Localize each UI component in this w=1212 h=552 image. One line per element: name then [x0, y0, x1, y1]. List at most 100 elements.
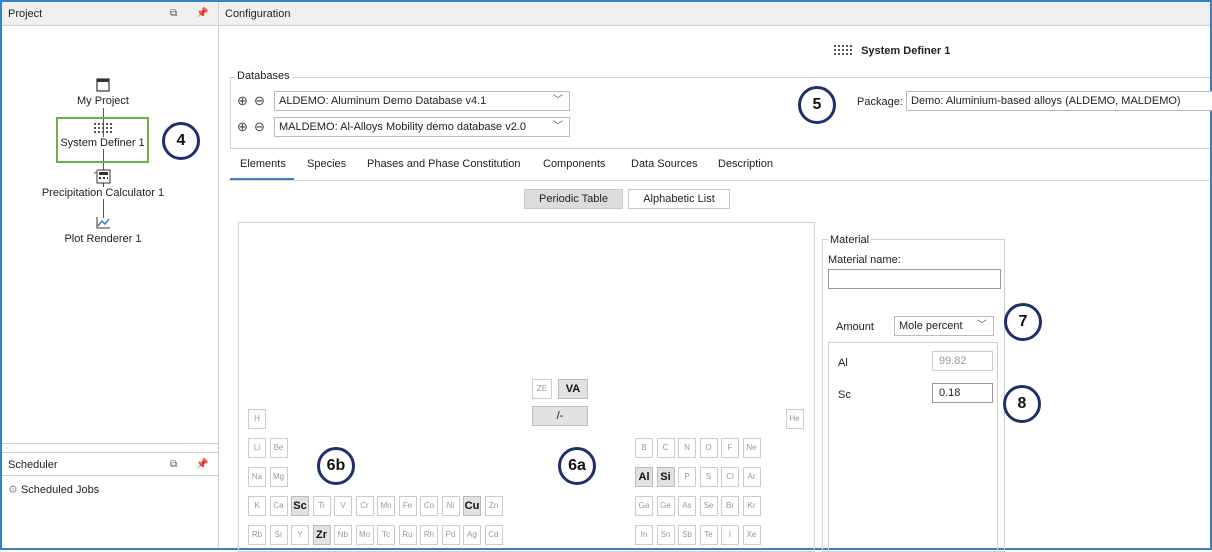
tree-node-plot-renderer[interactable]: Plot Renderer 1: [28, 216, 178, 245]
alphabetic-list-button[interactable]: Alphabetic List: [628, 189, 730, 209]
element-kr[interactable]: Kr: [742, 496, 761, 516]
element-fe[interactable]: Fe: [398, 496, 417, 516]
pin-icon[interactable]: 📌: [196, 2, 208, 26]
element-ca[interactable]: Ca: [269, 496, 288, 516]
element-sb[interactable]: Sb: [678, 525, 696, 545]
element-c[interactable]: C: [656, 438, 675, 458]
callout-4: 4: [162, 122, 200, 160]
element-he[interactable]: He: [785, 409, 804, 429]
element-symbol: As: [682, 501, 692, 510]
pin-icon[interactable]: 📌: [196, 453, 208, 477]
element-cr[interactable]: Cr: [355, 496, 374, 516]
element-as[interactable]: As: [678, 496, 696, 516]
tab-elements[interactable]: Elements: [240, 158, 286, 170]
tab-data-sources[interactable]: Data Sources: [631, 158, 698, 170]
element-symbol: Zr: [316, 529, 327, 541]
amount-unit-select[interactable]: Mole percent ﹀: [894, 316, 994, 336]
tree-node-my-project[interactable]: My Project: [28, 78, 178, 107]
element-se[interactable]: Se: [699, 496, 718, 516]
element-o[interactable]: O: [699, 438, 718, 458]
element-va[interactable]: VA: [558, 379, 588, 399]
package-select[interactable]: Demo: Aluminium-based alloys (ALDEMO, MA…: [906, 91, 1212, 111]
element-al[interactable]: Al: [635, 467, 653, 487]
element-nb[interactable]: Nb: [334, 525, 352, 545]
element-ze[interactable]: ZE: [532, 379, 552, 399]
tree-node-precipitation-calculator[interactable]: Precipitation Calculator 1: [28, 168, 178, 199]
float-icon[interactable]: ⧉: [170, 2, 177, 26]
element-ni[interactable]: Ni: [441, 496, 460, 516]
element-rb[interactable]: Rb: [248, 525, 266, 545]
database-select-1[interactable]: ALDEMO: Aluminum Demo Database v4.1 ﹀: [274, 91, 570, 111]
element-v[interactable]: V: [334, 496, 352, 516]
element-vacancy[interactable]: /-: [532, 406, 588, 426]
element-si[interactable]: Si: [656, 467, 675, 487]
system-definer-heading: System Definer 1: [834, 45, 950, 57]
databases-group: [230, 77, 1210, 149]
tab-components[interactable]: Components: [543, 158, 605, 170]
element-pd[interactable]: Pd: [441, 525, 460, 545]
element-mg[interactable]: Mg: [269, 467, 288, 487]
element-symbol: Cr: [360, 501, 369, 510]
material-name-label: Material name:: [828, 254, 901, 266]
element-s[interactable]: S: [699, 467, 718, 487]
package-label: Package:: [857, 96, 903, 108]
db2-remove-icon[interactable]: ⊖: [254, 119, 265, 135]
element-br[interactable]: Br: [721, 496, 739, 516]
element-sn[interactable]: Sn: [656, 525, 675, 545]
element-n[interactable]: N: [678, 438, 696, 458]
element-zn[interactable]: Zn: [484, 496, 503, 516]
element-xe[interactable]: Xe: [742, 525, 761, 545]
element-sr[interactable]: Sr: [269, 525, 288, 545]
element-in[interactable]: In: [635, 525, 653, 545]
element-h[interactable]: H: [248, 409, 266, 429]
element-cu[interactable]: Cu: [463, 496, 481, 516]
db2-add-icon[interactable]: ⊕: [237, 119, 248, 135]
element-te[interactable]: Te: [699, 525, 718, 545]
element-rh[interactable]: Rh: [420, 525, 438, 545]
element-co[interactable]: Co: [420, 496, 438, 516]
element-b[interactable]: B: [635, 438, 653, 458]
element-f[interactable]: F: [721, 438, 739, 458]
element-i[interactable]: I: [721, 525, 739, 545]
tab-phases[interactable]: Phases and Phase Constitution: [367, 158, 521, 170]
element-cd[interactable]: Cd: [484, 525, 503, 545]
element-y[interactable]: Y: [291, 525, 309, 545]
element-mo[interactable]: Mo: [355, 525, 374, 545]
element-zr[interactable]: Zr: [312, 525, 331, 545]
composition-value-sc[interactable]: 0.18: [932, 383, 993, 403]
periodic-table-button[interactable]: Periodic Table: [524, 189, 623, 209]
element-ge[interactable]: Ge: [656, 496, 675, 516]
element-na[interactable]: Na: [248, 467, 266, 487]
element-li[interactable]: Li: [248, 438, 266, 458]
element-sc[interactable]: Sc: [291, 496, 309, 516]
db1-remove-icon[interactable]: ⊖: [254, 93, 265, 109]
element-be[interactable]: Be: [269, 438, 288, 458]
element-ar[interactable]: Ar: [742, 467, 761, 487]
element-cl[interactable]: Cl: [721, 467, 739, 487]
chevron-down-icon: ﹀: [553, 121, 563, 132]
material-name-input[interactable]: [828, 269, 1001, 289]
element-ti[interactable]: Ti: [312, 496, 331, 516]
float-icon[interactable]: ⧉: [170, 453, 177, 477]
tree-node-system-definer[interactable]: System Definer 1: [56, 117, 149, 163]
tab-species[interactable]: Species: [307, 158, 346, 170]
element-symbol: /-: [556, 410, 564, 422]
element-mn[interactable]: Mn: [377, 496, 395, 516]
scheduler-panel-title: Scheduler: [8, 459, 58, 471]
element-symbol: Sn: [660, 530, 671, 539]
element-ne[interactable]: Ne: [742, 438, 761, 458]
database-select-2[interactable]: MALDEMO: Al-Alloys Mobility demo databas…: [274, 117, 570, 137]
scheduled-jobs-item[interactable]: ⚙ Scheduled Jobs: [8, 483, 99, 496]
material-group-label: Material: [828, 234, 872, 246]
element-k[interactable]: K: [248, 496, 266, 516]
element-symbol: In: [640, 530, 648, 539]
element-ga[interactable]: Ga: [635, 496, 653, 516]
element-ru[interactable]: Ru: [398, 525, 417, 545]
element-tc[interactable]: Tc: [377, 525, 395, 545]
grid-icon: [93, 123, 112, 133]
tab-description[interactable]: Description: [718, 158, 773, 170]
tab-label: Data Sources: [631, 158, 698, 170]
element-p[interactable]: P: [678, 467, 696, 487]
element-ag[interactable]: Ag: [463, 525, 481, 545]
db1-add-icon[interactable]: ⊕: [237, 93, 248, 109]
